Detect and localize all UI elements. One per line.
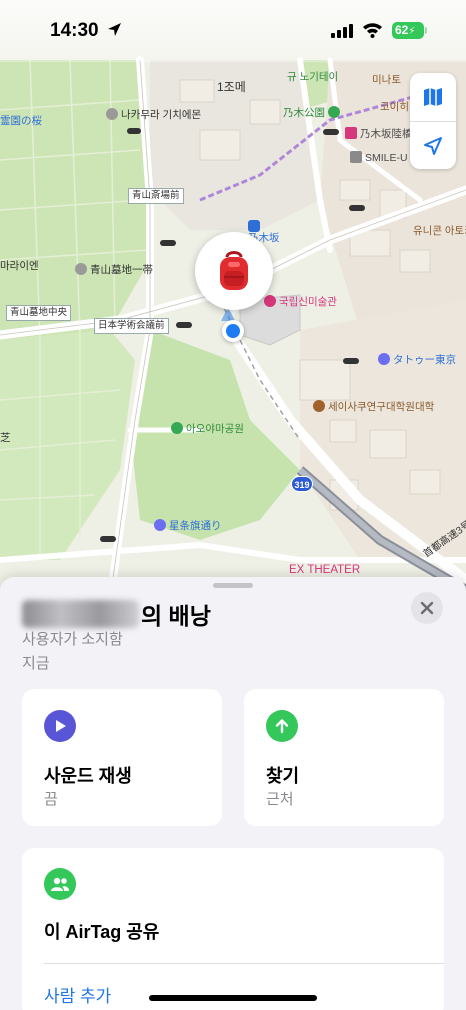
- item-title-suffix: 의 배낭: [141, 603, 211, 629]
- map-label-text: 아오야마공원: [186, 423, 244, 435]
- park-icon: [171, 422, 183, 434]
- map-label: 나카무라 기치에몬: [106, 108, 201, 121]
- location-services-icon: [108, 23, 121, 36]
- share-icon-circle: [44, 868, 76, 900]
- close-icon: [420, 601, 434, 615]
- item-title: 의 배낭: [22, 597, 211, 631]
- play-icon: [56, 720, 66, 732]
- map-label: 日本学術会議前: [94, 318, 169, 334]
- school-icon: [313, 400, 325, 412]
- map-label: 青山墓地中央: [6, 305, 72, 321]
- arrow-up-icon: [275, 719, 289, 734]
- map-label: 세이사쿠연구대학원대학: [313, 400, 434, 413]
- map-label-text: 국립신미술관: [279, 296, 337, 308]
- star-icon: [154, 519, 166, 531]
- map-label: 青山斎場前: [128, 188, 184, 204]
- play-sound-title: 사운드 재생: [44, 766, 132, 786]
- map-label: 1조메: [217, 80, 246, 94]
- poi-icon: [75, 263, 87, 275]
- people-icon: [51, 877, 69, 891]
- share-divider: [44, 963, 444, 964]
- home-indicator: [149, 995, 317, 1001]
- map-label-text: 乃木公園: [283, 107, 325, 119]
- share-title: 이 AirTag 공유: [44, 922, 160, 942]
- battery-nub: [425, 27, 427, 34]
- map-label-text: 세이사쿠연구대학원대학: [328, 401, 435, 413]
- map-label: EX THEATER: [289, 564, 361, 576]
- map-mode-button[interactable]: [410, 73, 456, 121]
- map-label-text: タトゥー東京: [393, 354, 456, 366]
- map-label: 青山墓地一帯: [75, 263, 153, 276]
- find-title: 찾기: [266, 766, 300, 786]
- map-controls: [410, 73, 456, 169]
- item-detail-sheet: 의 배낭 사용자가 소지함 지금 사운드 재생 끔 찾기 근처 이 AirTag…: [0, 577, 466, 1010]
- share-airtag-card: 이 AirTag 공유 사람 추가: [22, 848, 444, 1010]
- find-icon-circle: [266, 710, 298, 742]
- shop-icon: [345, 127, 357, 139]
- map-view[interactable]: 규 노기테이 미나토 코이히 1조메 나카무라 기치에몬 霊園の桜 乃木公園 乃…: [0, 0, 466, 600]
- play-sound-status: 끔: [44, 791, 58, 808]
- route-319-shield: 319: [291, 476, 313, 492]
- item-owner-status: 사용자가 소지함: [22, 631, 123, 648]
- status-bar: 14:30 62⚡: [0, 0, 466, 62]
- status-time: 14:30: [50, 20, 99, 41]
- map-icon: [424, 88, 442, 106]
- sheet-grabber[interactable]: [213, 583, 253, 588]
- battery-level: 62: [395, 23, 409, 37]
- map-label: 霊園の桜: [0, 115, 42, 127]
- map-label: 아오야마공원: [171, 422, 244, 435]
- map-label-text: SMILE-U: [365, 152, 408, 164]
- map-label: 국립신미술관: [264, 295, 337, 308]
- location-arrow-icon: [424, 137, 442, 155]
- item-last-seen: 지금: [22, 655, 50, 672]
- poi-icon: [106, 108, 118, 120]
- map-label: 미나토: [372, 74, 401, 86]
- cellular-signal-icon: [331, 24, 353, 38]
- star-icon: [378, 353, 390, 365]
- map-label-text: 乃木坂陸橋: [360, 128, 413, 140]
- play-sound-card[interactable]: 사운드 재생 끔: [22, 689, 222, 826]
- find-card[interactable]: 찾기 근처: [244, 689, 444, 826]
- current-location-dot: [222, 320, 244, 342]
- museum-icon: [264, 295, 276, 307]
- map-label: 星条旗通り: [154, 519, 222, 532]
- train-station-icon: [248, 220, 260, 232]
- map-label: 유니콘 아토키: [413, 225, 466, 237]
- map-label: 乃木公園: [283, 106, 343, 119]
- backpack-icon: [220, 251, 248, 290]
- map-label: タトゥー東京: [378, 353, 456, 366]
- charging-icon: ⚡: [408, 26, 416, 37]
- map-label-text: 나카무라 기치에몬: [121, 109, 202, 121]
- play-icon-circle: [44, 710, 76, 742]
- map-label: 芝: [0, 432, 11, 444]
- add-person-link[interactable]: 사람 추가: [44, 982, 111, 1007]
- wifi-icon: [363, 23, 382, 38]
- map-label-text: 星条旗通り: [169, 520, 222, 532]
- map-label: SMILE-U: [350, 151, 408, 164]
- redacted-owner-name: [22, 600, 139, 628]
- map-label: 규 노기테이: [287, 71, 339, 83]
- battery-indicator: 62⚡: [392, 22, 424, 39]
- close-button[interactable]: [411, 592, 443, 624]
- locate-button[interactable]: [410, 122, 456, 170]
- map-label: 코이히: [380, 101, 409, 113]
- map-label-text: 青山墓地一帯: [90, 264, 153, 276]
- find-status: 근처: [266, 791, 294, 808]
- map-label: 乃木坂陸橋: [345, 127, 413, 140]
- building-icon: [350, 151, 362, 163]
- park-icon: [327, 106, 340, 118]
- map-label: 마라이엔: [0, 260, 39, 272]
- airtag-pin[interactable]: [195, 232, 273, 310]
